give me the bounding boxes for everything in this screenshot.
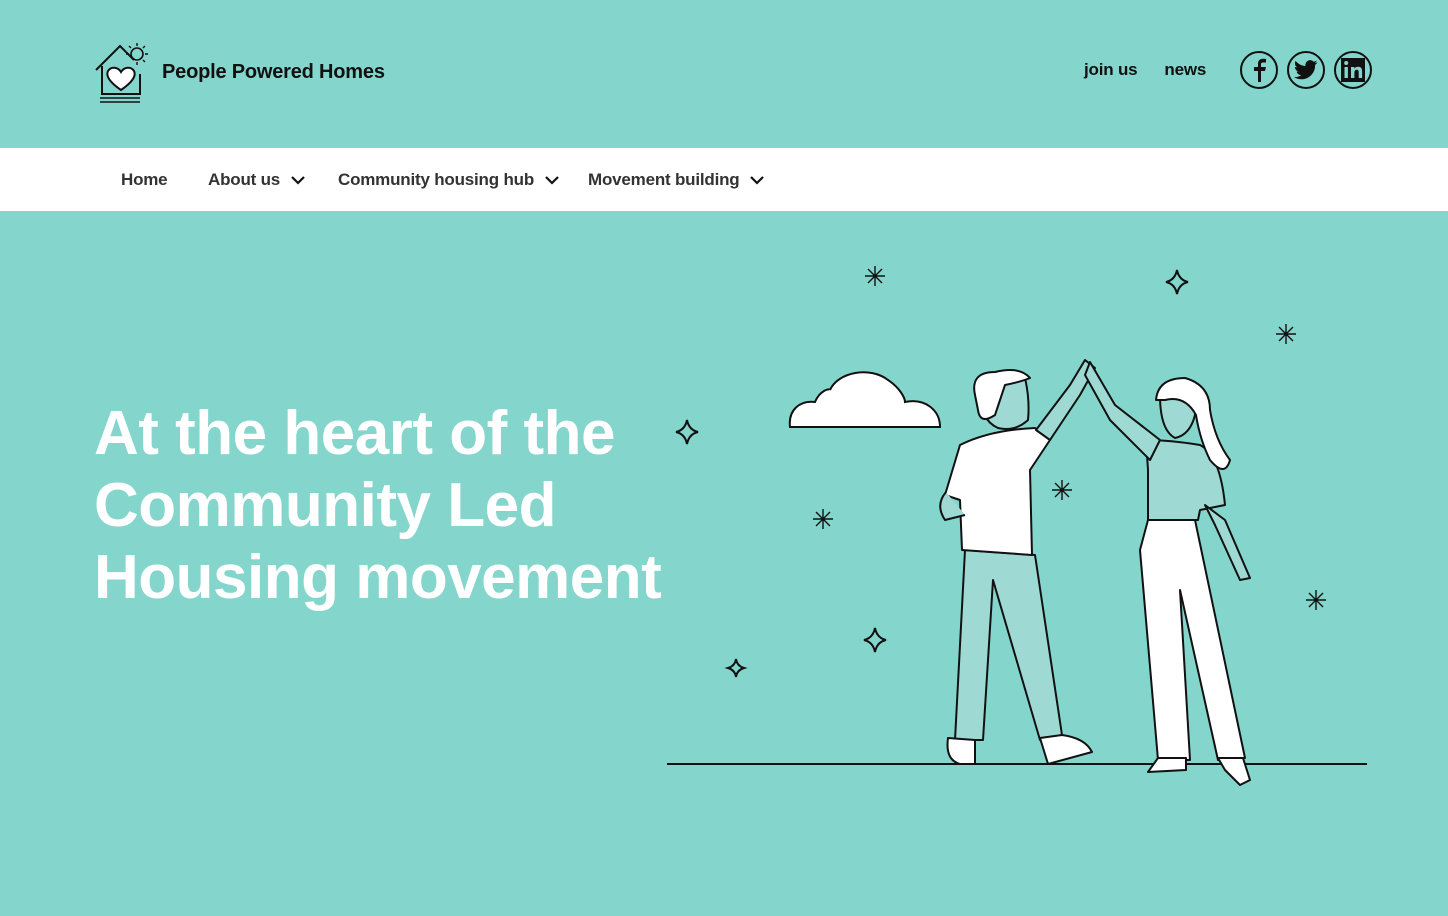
facebook-link[interactable] — [1240, 51, 1278, 89]
sparkle-icon — [813, 509, 833, 529]
site-logo[interactable]: People Powered Homes — [94, 40, 385, 104]
linkedin-icon — [1341, 58, 1365, 82]
join-us-link[interactable]: join us — [1084, 60, 1138, 80]
hero-line-1: At the heart of the — [94, 399, 615, 468]
linkedin-link[interactable] — [1334, 51, 1372, 89]
main-nav: Home About us Community housing hub Move… — [0, 148, 1448, 211]
nav-home[interactable]: Home — [121, 148, 168, 211]
news-link[interactable]: news — [1164, 60, 1206, 80]
nav-community-housing-hub-label: Community housing hub — [338, 169, 534, 189]
twitter-link[interactable] — [1287, 51, 1325, 89]
site-header: People Powered Homes join us news — [0, 0, 1448, 148]
nav-about-us[interactable]: About us — [208, 148, 306, 211]
star-icon — [675, 419, 699, 445]
star-icon — [1165, 269, 1189, 295]
cloud-icon — [788, 371, 942, 428]
chevron-down-icon — [750, 175, 765, 185]
hero-line-3: Housing movement — [94, 543, 662, 612]
star-icon — [863, 627, 887, 653]
sparkle-icon — [1276, 324, 1296, 344]
sparkle-icon — [865, 266, 885, 286]
nav-movement-building[interactable]: Movement building — [588, 148, 765, 211]
social-links — [1240, 51, 1372, 89]
hero-line-2: Community Led — [94, 471, 556, 540]
chevron-down-icon — [291, 175, 305, 185]
sparkle-icon — [1052, 480, 1072, 500]
nav-about-us-label: About us — [208, 169, 281, 189]
house-heart-icon — [95, 43, 148, 103]
hero-heading: At the heart of the Community Led Housin… — [94, 398, 694, 614]
facebook-icon — [1254, 58, 1266, 82]
utility-links: join us news — [1084, 60, 1206, 80]
twitter-icon — [1294, 60, 1318, 80]
nav-movement-building-label: Movement building — [588, 169, 740, 189]
nav-home-label: Home — [121, 169, 168, 189]
star-icon — [724, 658, 748, 678]
sparkle-icon — [1306, 590, 1326, 610]
high-five-illustration — [667, 266, 1367, 786]
brand-name: People Powered Homes — [162, 61, 385, 83]
chevron-down-icon — [545, 175, 559, 185]
nav-community-housing-hub[interactable]: Community housing hub — [338, 148, 560, 211]
